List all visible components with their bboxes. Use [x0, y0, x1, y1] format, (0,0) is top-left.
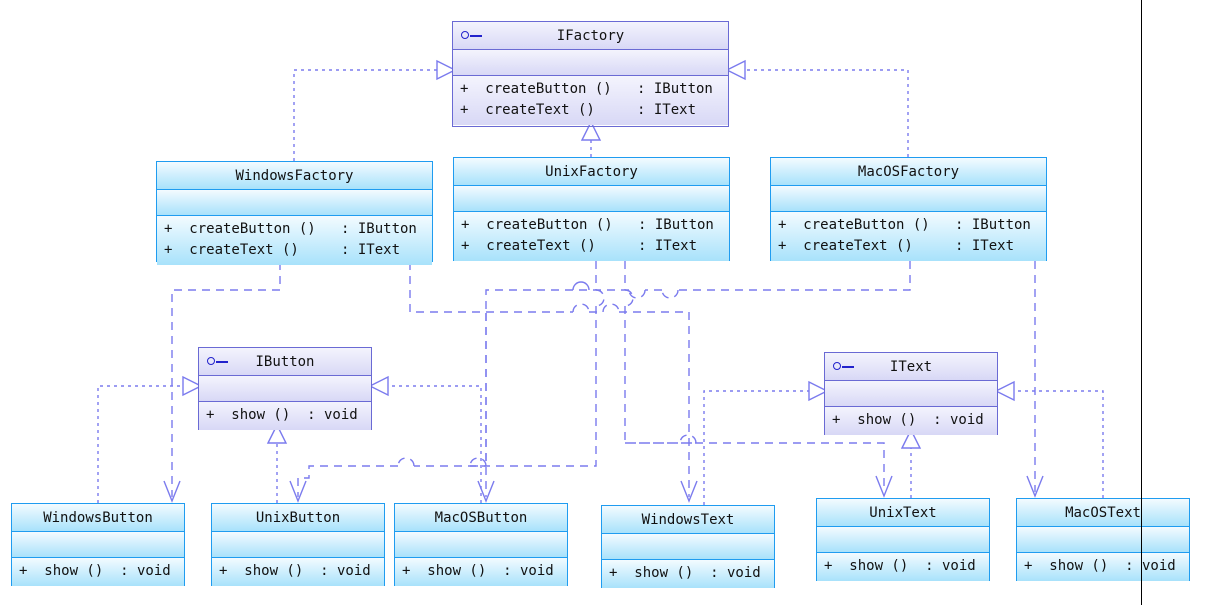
operation: + createButton () : IButton	[778, 217, 1031, 233]
class-name: UnixText	[869, 505, 937, 521]
class-operations-row: + show () : void	[602, 560, 774, 588]
operation: + createText () : IText	[164, 242, 401, 258]
operation: + show () : void	[832, 412, 984, 428]
class-name: WindowsText	[641, 512, 735, 528]
class-name: MacOSFactory	[857, 164, 960, 180]
operation: + createText () : IText	[778, 238, 1015, 254]
class-operations-row: + show () : void	[395, 558, 567, 586]
class-box-itext[interactable]: IText + show () : void	[824, 352, 998, 435]
class-box-unixbutton[interactable]: UnixButton + show () : void	[211, 503, 385, 586]
class-name: UnixButton	[255, 510, 341, 526]
operation: + show () : void	[402, 563, 554, 579]
edge-realization-windowsfactory-ifactory	[293, 59, 457, 161]
class-attributes-row	[817, 527, 989, 553]
class-operations-row: + show () : void	[12, 558, 184, 586]
edge-realization-macostext-itext	[994, 380, 1104, 498]
line-hop-decorations	[572, 281, 590, 291]
edge-realization-windowsbutton-ibutton	[97, 375, 203, 503]
class-attributes-row	[602, 534, 774, 560]
class-operations-row: + createButton () : IButton + createText…	[453, 76, 728, 125]
class-box-windowsfactory[interactable]: WindowsFactory + createButton () : IButt…	[156, 161, 433, 265]
edge-realization-windowstext-itext	[703, 380, 829, 505]
class-title-row: WindowsButton	[12, 504, 184, 532]
class-title-row: UnixButton	[212, 504, 384, 532]
class-operations-row: + show () : void	[825, 407, 997, 435]
operation: + createText () : IText	[460, 102, 697, 118]
class-box-macosbutton[interactable]: MacOSButton + show () : void	[394, 503, 568, 586]
class-operations-row: + show () : void	[1017, 553, 1189, 581]
class-attributes-row	[1017, 527, 1189, 553]
operation: + show () : void	[824, 558, 976, 574]
class-title-row: WindowsFactory	[157, 162, 432, 190]
edge-realization-unixfactory-ifactory	[580, 120, 602, 157]
class-attributes-row	[12, 532, 184, 558]
operation: + show () : void	[19, 563, 171, 579]
class-name: IButton	[255, 354, 315, 370]
class-attributes-row	[199, 376, 371, 402]
class-box-macostext[interactable]: MacOSText + show () : void	[1016, 498, 1190, 581]
class-operations-row: + createButton () : IButton + createText…	[771, 212, 1046, 261]
class-box-macosfactory[interactable]: MacOSFactory + createButton () : IButton…	[770, 157, 1047, 261]
class-title-row: IButton	[199, 348, 371, 376]
interface-lollipop-icon	[833, 361, 855, 373]
edge-dependency-windowsfactory-windowstext	[409, 262, 698, 503]
class-box-unixfactory[interactable]: UnixFactory + createButton () : IButton …	[453, 157, 730, 261]
class-attributes-row	[771, 186, 1046, 212]
class-attributes-row	[212, 532, 384, 558]
class-operations-row: + createButton () : IButton + createText…	[157, 216, 432, 265]
class-attributes-row	[395, 532, 567, 558]
class-title-row: IText	[825, 353, 997, 381]
page-boundary-rule	[1141, 0, 1142, 605]
edge-realization-macosbutton-ibutton	[368, 375, 482, 503]
operation: + createButton () : IButton	[461, 217, 714, 233]
class-box-ifactory[interactable]: IFactory + createButton () : IButton + c…	[452, 21, 729, 127]
interface-lollipop-icon	[207, 356, 229, 368]
class-name: WindowsButton	[43, 510, 153, 526]
class-attributes-row	[454, 186, 729, 212]
class-title-row: UnixText	[817, 499, 989, 527]
class-name: UnixFactory	[545, 164, 638, 180]
class-title-row: UnixFactory	[454, 158, 729, 186]
class-name: MacOSButton	[434, 510, 528, 526]
operation: + createButton () : IButton	[460, 81, 713, 97]
edge-realization-unixbutton-ibutton	[266, 423, 288, 503]
class-operations-row: + createButton () : IButton + createText…	[454, 212, 729, 261]
edge-realization-macosfactory-ifactory	[725, 59, 909, 157]
class-box-unixtext[interactable]: UnixText + show () : void	[816, 498, 990, 581]
class-box-windowsbutton[interactable]: WindowsButton + show () : void	[11, 503, 185, 586]
class-operations-row: + show () : void	[212, 558, 384, 586]
class-title-row: WindowsText	[602, 506, 774, 534]
class-title-row: IFactory	[453, 22, 728, 50]
class-box-ibutton[interactable]: IButton + show () : void	[198, 347, 372, 430]
operation: + show () : void	[609, 565, 761, 581]
class-box-windowstext[interactable]: WindowsText + show () : void	[601, 505, 775, 588]
diagram-canvas: IFactory + createButton () : IButton + c…	[0, 0, 1209, 605]
operation: + show () : void	[206, 407, 358, 423]
class-title-row: MacOSButton	[395, 504, 567, 532]
class-attributes-row	[825, 381, 997, 407]
class-attributes-row	[453, 50, 728, 76]
class-name: IText	[889, 359, 933, 375]
class-attributes-row	[157, 190, 432, 216]
class-title-row: MacOSFactory	[771, 158, 1046, 186]
class-title-row: MacOSText	[1017, 499, 1189, 527]
class-operations-row: + show () : void	[199, 402, 371, 430]
operation: + createButton () : IButton	[164, 221, 417, 237]
class-name: WindowsFactory	[235, 168, 354, 184]
operation: + createText () : IText	[461, 238, 698, 254]
interface-lollipop-icon	[461, 30, 483, 42]
edge-dependency-macosfactory-macostext	[1026, 261, 1044, 498]
class-operations-row: + show () : void	[817, 553, 989, 581]
class-name: IFactory	[556, 28, 625, 44]
edge-realization-unixtext-itext	[900, 428, 922, 498]
operation: + show () : void	[219, 563, 371, 579]
class-name: MacOSText	[1065, 505, 1141, 521]
operation: + show () : void	[1024, 558, 1176, 574]
